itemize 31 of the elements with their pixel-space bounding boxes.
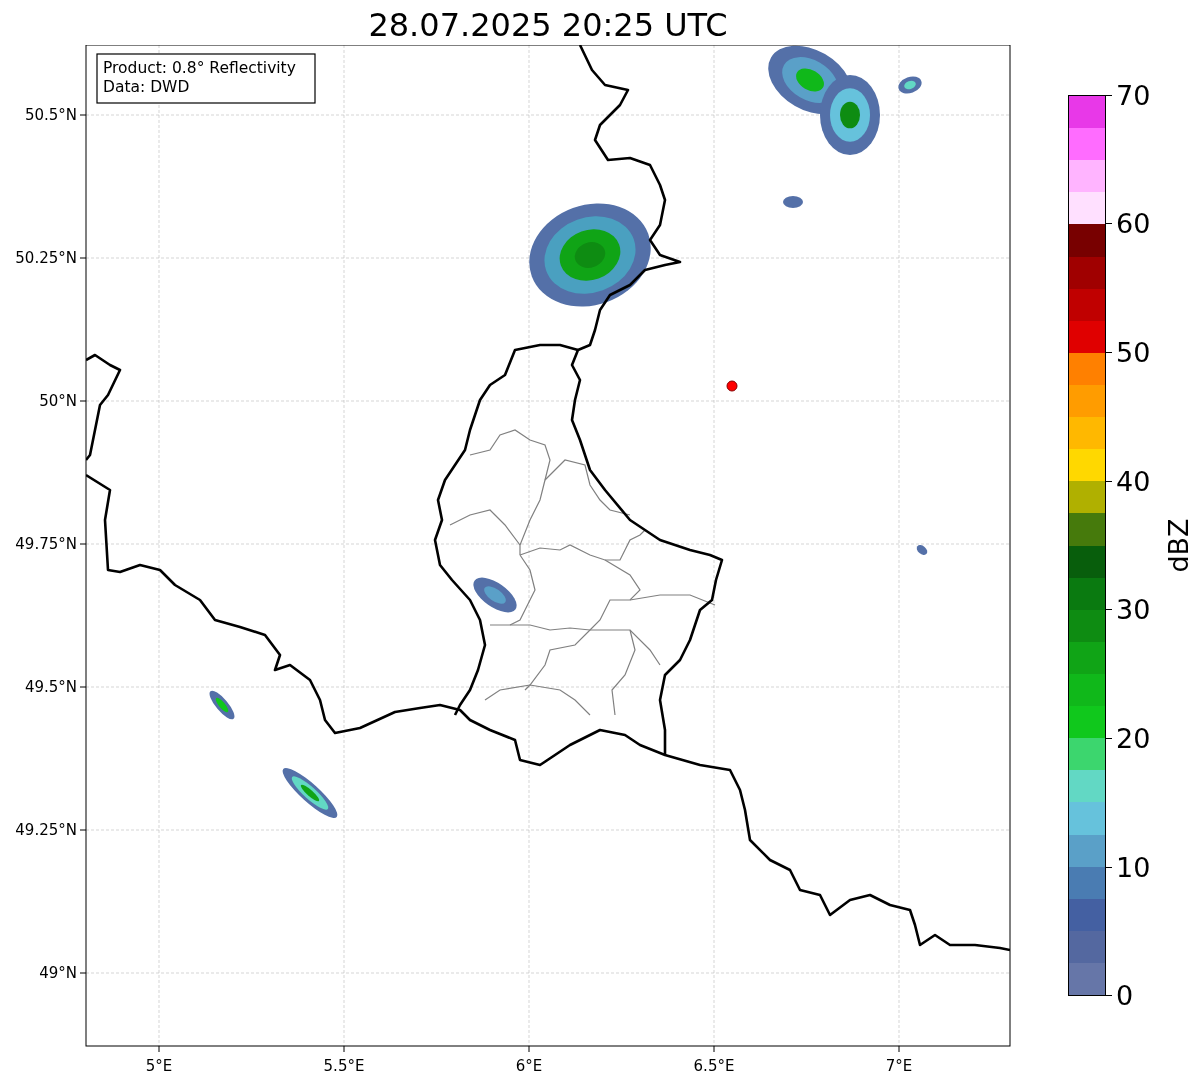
longitude-label: 5.5°E <box>323 1057 365 1075</box>
latitude-label: 49.25°N <box>15 821 77 839</box>
colorbar-label: dBZ <box>1162 518 1194 573</box>
latitude-label: 49.5°N <box>24 678 77 696</box>
info-text: Product: 0.8° Reflectivity <box>103 59 296 77</box>
location-marker <box>726 380 738 392</box>
rain-echo-drawing <box>473 577 517 613</box>
colorbar-tick-label: 30 <box>1116 594 1151 626</box>
colorbar-tick-label: 40 <box>1116 465 1151 497</box>
rain-echo-drawing <box>898 76 922 94</box>
info-text: Data: DWD <box>103 78 190 96</box>
chart-title: 28.07.2025 20:25 UTC <box>368 5 728 45</box>
rain-echo-drawing <box>916 545 928 555</box>
rain-echo-drawing <box>209 690 235 720</box>
longitude-label: 5°E <box>145 1057 173 1075</box>
colorbar-tick-label: 60 <box>1116 208 1151 240</box>
rain-echo-drawing <box>282 768 338 818</box>
colorbar-tick-label: 70 <box>1116 79 1151 111</box>
latitude-label: 50.25°N <box>15 249 77 267</box>
latitude-label: 49.75°N <box>15 535 77 553</box>
rain-echo-drawing <box>783 196 803 208</box>
longitude-label: 6.5°E <box>693 1057 735 1075</box>
longitude-label: 7°E <box>885 1057 913 1075</box>
latitude-label: 49°N <box>39 964 77 982</box>
longitude-label: 6°E <box>515 1057 543 1075</box>
colorbar-tick-label: 50 <box>1116 336 1151 368</box>
colorbar-tick-label: 0 <box>1116 980 1134 1012</box>
colorbar-tick-label: 20 <box>1116 723 1151 754</box>
colorbar-tick-label: 10 <box>1116 851 1151 883</box>
latitude-label: 50.5°N <box>24 106 77 124</box>
latitude-label: 50°N <box>39 392 77 410</box>
